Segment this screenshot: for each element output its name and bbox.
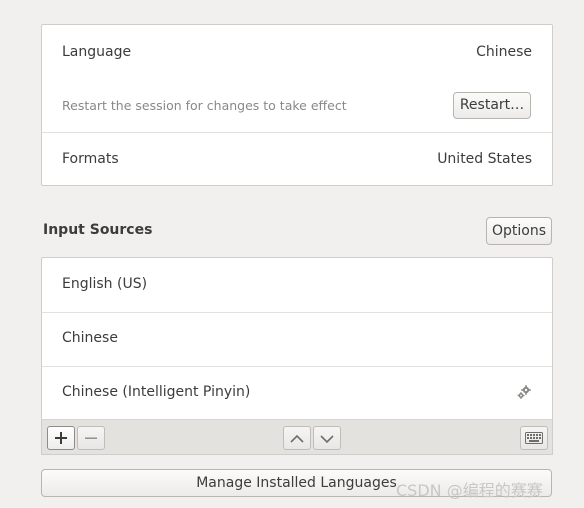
move-up-button[interactable]	[283, 426, 311, 450]
input-sources-toolbar	[41, 419, 553, 455]
language-label: Language	[62, 44, 132, 60]
move-down-button[interactable]	[313, 426, 341, 450]
restart-button[interactable]: Restart…	[453, 92, 531, 119]
language-value[interactable]: Chinese	[476, 44, 532, 60]
watermark: CSDN @编程的赛赛	[396, 481, 543, 500]
language-formats-panel: Language Chinese Restart the session for…	[41, 24, 553, 186]
input-source-label: Chinese	[62, 330, 118, 346]
restart-hint: Restart the session for changes to take …	[62, 98, 347, 113]
input-source-chinese-pinyin[interactable]: Chinese (Intelligent Pinyin)	[42, 367, 552, 421]
input-sources-title: Input Sources	[43, 222, 153, 238]
formats-row[interactable]: Formats United States	[42, 133, 552, 186]
add-icon	[55, 429, 67, 448]
move-up-icon	[290, 429, 304, 448]
input-source-chinese[interactable]: Chinese	[42, 313, 552, 367]
formats-label: Formats	[62, 151, 119, 167]
input-sources-list: English (US) Chinese Chinese (Intelligen…	[41, 257, 553, 420]
remove-icon	[85, 429, 97, 448]
remove-input-source-button[interactable]	[77, 426, 105, 450]
gear-icon[interactable]	[516, 384, 532, 400]
input-source-label: Chinese (Intelligent Pinyin)	[62, 384, 251, 400]
add-input-source-button[interactable]	[47, 426, 75, 450]
language-row[interactable]: Language Chinese Restart the session for…	[42, 25, 552, 132]
input-source-label: English (US)	[62, 276, 148, 292]
keyboard-layout-button[interactable]	[520, 426, 548, 450]
input-source-english-us[interactable]: English (US)	[42, 258, 552, 312]
region-language-settings: Language Chinese Restart the session for…	[0, 0, 584, 508]
options-button[interactable]: Options	[486, 217, 552, 245]
formats-value[interactable]: United States	[437, 151, 532, 167]
keyboard-icon	[525, 429, 543, 448]
move-down-icon	[320, 429, 334, 448]
